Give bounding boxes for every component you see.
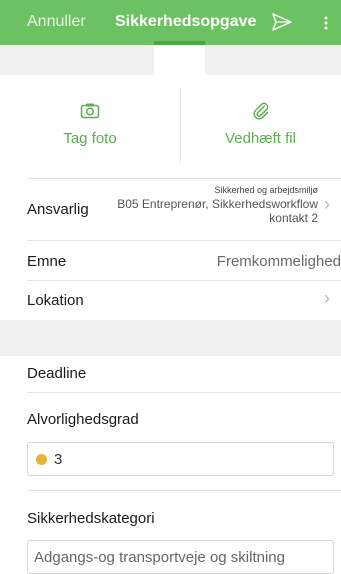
responsible-label: Ansvarlig [27,201,89,218]
subject-value: Fremkommelighed [216,253,341,270]
responsible-value: B05 Entreprenør, Sikkerhedsworkflow kont… [117,197,318,225]
deadline-label: Deadline [27,365,87,382]
severity-field[interactable]: 3 [27,442,334,476]
divider [27,392,341,393]
location-label: Lokation [27,292,84,309]
top-bar: Annuller Sikkerhedsopgave [0,0,341,45]
action-divider [180,88,181,164]
cancel-button[interactable]: Annuller [27,13,86,31]
attachment-actions: Tag foto Vedhæft fil [0,75,341,178]
paperclip-icon [253,102,268,120]
divider [27,280,341,281]
divider [27,178,341,179]
tab-strip [0,45,341,75]
category-label: Sikkerhedskategori [27,510,155,527]
severity-label: Alvorlighedsgrad [27,411,139,428]
divider [27,490,341,491]
attach-file-label: Vedhæft fil [225,130,296,147]
severity-indicator [36,454,47,465]
take-photo-label: Tag foto [63,130,117,147]
severity-value: 3 [54,451,63,468]
subject-label: Emne [27,253,67,270]
attach-file-button[interactable]: Vedhæft fil [180,75,341,178]
category-value: Adgangs-og transportveje og skiltning [34,549,285,566]
chevron-right-icon: › [324,288,330,308]
active-tab [154,45,205,75]
category-field[interactable]: Adgangs-og transportveje og skiltning [27,540,334,574]
page-title: Sikkerhedsopgave [115,13,257,30]
take-photo-button[interactable]: Tag foto [0,75,180,178]
responsible-category: Sikkerhed og arbejdsmiljø [214,185,318,195]
chevron-right-icon: › [324,194,330,214]
camera-icon [80,103,100,119]
divider [27,240,341,241]
section-spacer [0,320,341,356]
more-options-icon[interactable] [321,13,331,33]
send-icon[interactable] [272,13,292,31]
